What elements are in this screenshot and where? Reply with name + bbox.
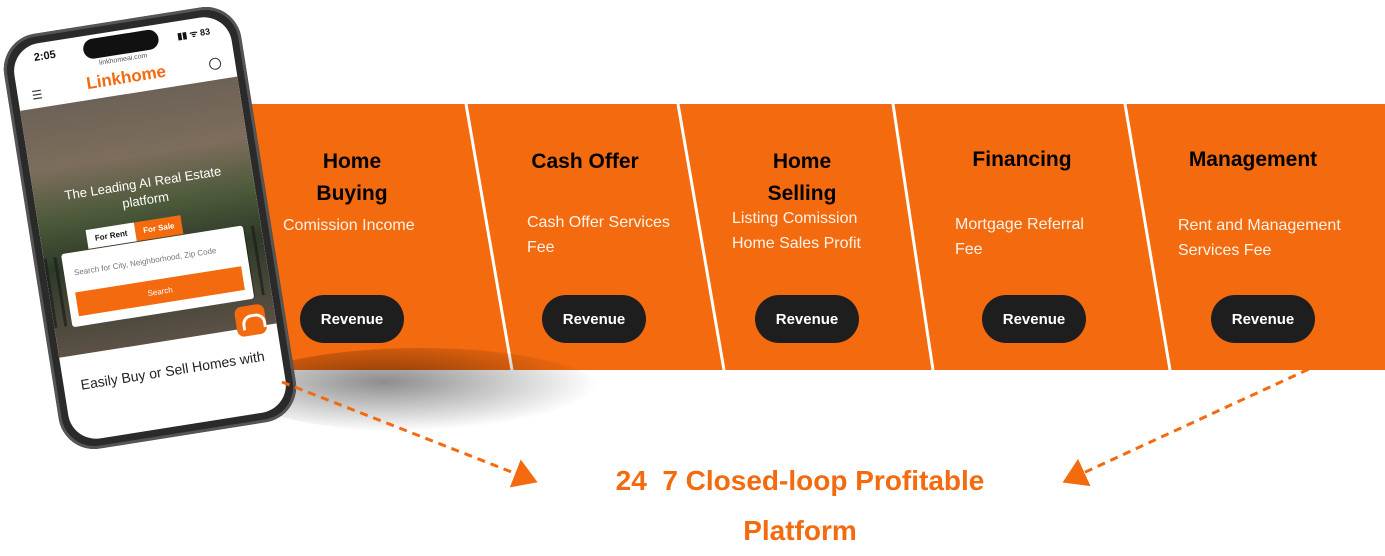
platform-caption: 24 7 Closed-loop Profitable Platform: [520, 456, 1080, 556]
caption-line-2: Platform: [743, 515, 857, 546]
caption-line-1: 24 7 Closed-loop Profitable: [615, 465, 985, 496]
flow-arrows: [281, 338, 1373, 488]
arrow-left: [281, 380, 538, 488]
arrow-right: [1062, 338, 1373, 487]
